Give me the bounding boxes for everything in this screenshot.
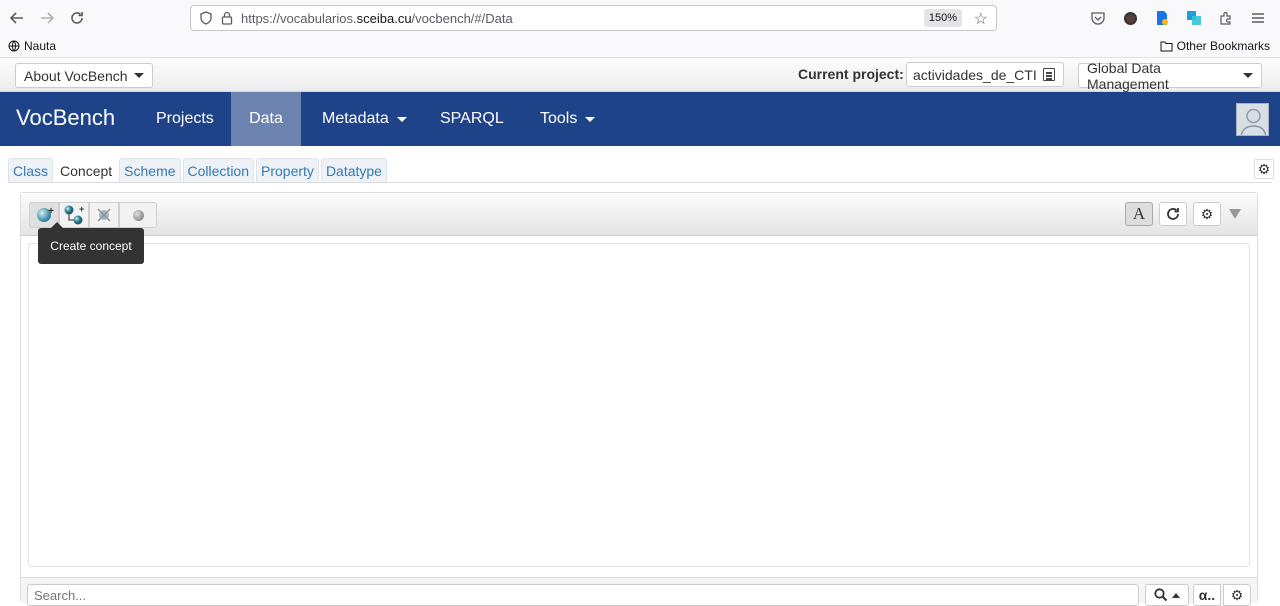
menu-hamburger-icon[interactable] xyxy=(1248,8,1268,28)
extension-doc-icon[interactable] xyxy=(1152,8,1172,28)
main-navbar: VocBench Projects Data Metadata SPARQL T… xyxy=(0,92,1280,146)
tabs-settings-gear-icon[interactable]: ⚙ xyxy=(1254,159,1274,179)
narrower-concept-icon: + xyxy=(64,205,84,225)
caret-down-icon xyxy=(1243,73,1253,78)
shield-icon xyxy=(200,11,212,25)
bookmarks-bar: Nauta Other Bookmarks xyxy=(0,36,1280,58)
other-bookmarks[interactable]: Other Bookmarks xyxy=(1160,39,1270,53)
reload-icon[interactable] xyxy=(62,3,92,33)
nav-tools[interactable]: Tools xyxy=(525,92,610,146)
deprecated-ball-icon xyxy=(132,209,144,221)
zoom-level[interactable]: 150% xyxy=(923,9,962,27)
current-project-label: Current project: xyxy=(798,66,904,82)
concept-tree-panel: + + A ⚙ Search... α.. ⚙ xyxy=(20,192,1258,606)
caret-down-icon xyxy=(585,116,596,122)
tab-collection[interactable]: Collection xyxy=(182,158,255,182)
svg-text:+: + xyxy=(79,205,84,214)
panel-footer: α.. ⚙ xyxy=(21,577,1257,606)
panel-toolbar: + + A ⚙ xyxy=(21,193,1257,236)
extensions-puzzle-icon[interactable] xyxy=(1216,8,1236,28)
project-list-icon[interactable] xyxy=(1043,68,1055,81)
forward-icon[interactable] xyxy=(32,3,62,33)
profile-extension-icon[interactable] xyxy=(1120,8,1140,28)
lock-icon xyxy=(221,11,233,25)
global-data-management-dropdown[interactable]: Global Data Management xyxy=(1078,60,1262,92)
tab-class[interactable]: Class xyxy=(8,158,54,182)
nav-data[interactable]: Data xyxy=(231,92,301,146)
nav-metadata[interactable]: Metadata xyxy=(307,92,422,146)
pocket-icon[interactable] xyxy=(1088,8,1108,28)
search-input[interactable] xyxy=(27,584,1139,606)
globe-icon xyxy=(8,40,20,52)
delete-concept-button[interactable] xyxy=(89,202,119,228)
url-text: https://vocabularios.sceiba.cu/vocbench/… xyxy=(241,10,513,26)
brand-logo[interactable]: VocBench xyxy=(16,105,115,131)
current-project-field[interactable]: actividades_de_CTI xyxy=(906,62,1064,87)
url-bar[interactable]: https://vocabularios.sceiba.cu/vocbench/… xyxy=(190,5,997,31)
extension-translate-icon[interactable] xyxy=(1184,8,1204,28)
data-tabs: Class Concept Scheme Collection Property… xyxy=(8,158,387,182)
bookmark-nauta[interactable]: Nauta xyxy=(8,39,56,53)
bookmark-star-icon[interactable]: ☆ xyxy=(974,9,988,29)
create-narrower-button[interactable]: + xyxy=(59,202,89,228)
caret-up-icon xyxy=(1172,592,1180,598)
about-vocbench-dropdown[interactable]: About VocBench xyxy=(15,63,153,88)
concept-tree-area[interactable] xyxy=(28,243,1250,567)
tab-datatype[interactable]: Datatype xyxy=(320,158,387,182)
nav-projects[interactable]: Projects xyxy=(141,92,229,146)
panel-settings-gear-icon[interactable]: ⚙ xyxy=(1193,202,1221,226)
folder-icon xyxy=(1160,41,1173,51)
tab-concept[interactable]: Concept xyxy=(55,158,118,182)
delete-concept-icon xyxy=(97,208,111,222)
search-icon xyxy=(1154,588,1168,602)
caret-down-icon xyxy=(133,73,144,78)
language-toggle-button[interactable]: A xyxy=(1125,202,1153,226)
browser-toolbar: https://vocabularios.sceiba.cu/vocbench/… xyxy=(0,0,1280,36)
tab-divider xyxy=(8,182,1272,183)
app-topbar: About VocBench Current project: activida… xyxy=(0,58,1280,92)
search-settings-gear-icon[interactable]: ⚙ xyxy=(1223,584,1251,606)
search-button[interactable] xyxy=(1145,584,1189,606)
deprecate-concept-button[interactable] xyxy=(119,202,157,228)
refresh-icon[interactable] xyxy=(1159,202,1187,226)
filter-dropdown-icon[interactable] xyxy=(1229,209,1241,219)
back-icon[interactable] xyxy=(2,3,32,33)
tab-property[interactable]: Property xyxy=(256,158,319,182)
user-avatar[interactable] xyxy=(1236,103,1269,136)
nav-sparql[interactable]: SPARQL xyxy=(425,92,519,146)
tab-scheme[interactable]: Scheme xyxy=(119,158,181,182)
caret-down-icon xyxy=(396,116,407,122)
create-concept-tooltip: Create concept xyxy=(38,222,144,264)
alphabetic-order-button[interactable]: α.. xyxy=(1193,584,1221,606)
